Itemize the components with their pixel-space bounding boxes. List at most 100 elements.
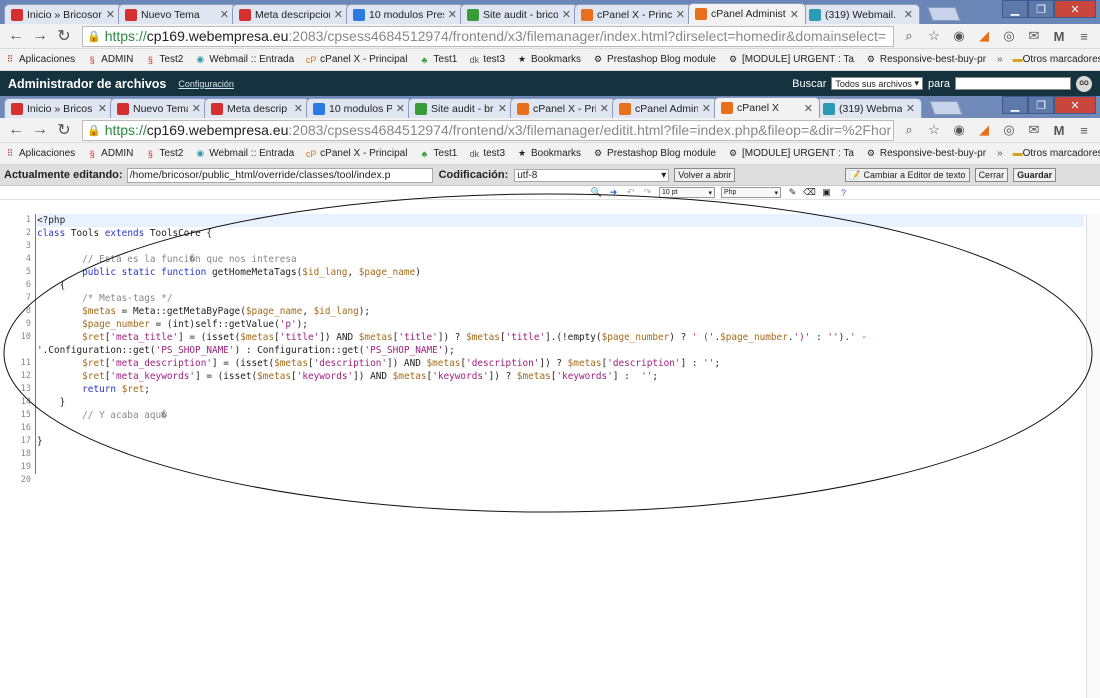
tab-close-icon[interactable]: ✕ xyxy=(600,102,609,115)
help-icon[interactable]: ? xyxy=(837,187,850,199)
configuration-link[interactable]: Configuración xyxy=(178,79,234,89)
tab-close-icon[interactable]: ✕ xyxy=(804,102,813,115)
outer-bookmark-8[interactable]: ⚙ Prestashop Blog module xyxy=(592,54,716,66)
inner-tab-4[interactable]: Site audit - br ✕ xyxy=(408,98,514,118)
outer-tab-6[interactable]: cPanel Administra ✕ xyxy=(688,3,806,24)
tab-close-icon[interactable]: ✕ xyxy=(98,102,107,115)
inner-forward-icon[interactable]: → xyxy=(30,121,50,139)
zoom-icon[interactable]: ⌕ xyxy=(899,27,919,45)
inner-bookmark-8[interactable]: ⚙ Prestashop Blog module xyxy=(592,148,716,160)
new-tab-button[interactable] xyxy=(927,7,961,21)
restore-icon[interactable]: ❐ xyxy=(1028,0,1054,18)
inner-tab-5[interactable]: cPanel X - Prin ✕ xyxy=(510,98,616,118)
tab-close-icon[interactable]: ✕ xyxy=(192,102,201,115)
inner-bookmark-7[interactable]: ★ Bookmarks xyxy=(516,148,581,160)
code-editor[interactable]: 1 2 3 4 5 6 7 8 9 10 11 12 13 14 15 16 17 18 19 20 <?php cla… xyxy=(0,214,1100,698)
other-bookmarks[interactable]: » ▬ Otros marcadores xyxy=(997,54,1100,65)
inner-tab-8[interactable]: (319) Webma ✕ xyxy=(816,98,922,118)
outer-bookmark-2[interactable]: § Test2 xyxy=(144,54,183,66)
outer-bookmark-9[interactable]: ⚙ [MODULE] URGENT : Ta xyxy=(727,54,854,66)
inner-minimize-icon[interactable]: ▁ xyxy=(1002,96,1028,114)
inner-reload-icon[interactable]: ↻ xyxy=(54,120,74,140)
file-path-field[interactable]: /home/bricosor/public_html/override/clas… xyxy=(126,167,433,183)
outer-tab-7[interactable]: (319) Webmail. ✕ xyxy=(802,4,920,24)
outer-bookmark-4[interactable]: cP cPanel X - Principal xyxy=(305,54,408,66)
inner-restore-icon[interactable]: ❐ xyxy=(1028,96,1054,114)
fullscreen-icon[interactable]: ▣ xyxy=(820,187,833,199)
search-icon[interactable]: 🔍 xyxy=(590,187,603,199)
camera-icon[interactable]: ◎ xyxy=(999,27,1019,45)
forward-icon[interactable]: → xyxy=(30,27,50,45)
inner-camera-icon[interactable]: ◎ xyxy=(999,121,1019,139)
outer-tab-4[interactable]: Site audit - brico ✕ xyxy=(460,4,578,24)
tab-close-icon[interactable]: ✕ xyxy=(498,102,507,115)
inner-bookmark-6[interactable]: dk test3 xyxy=(468,148,505,160)
outer-tab-1[interactable]: Nuevo Tema ✕ xyxy=(118,4,236,24)
outer-bookmark-5[interactable]: ♣ Test1 xyxy=(418,54,457,66)
inner-bookmark-1[interactable]: § ADMIN xyxy=(86,148,134,160)
tab-close-icon[interactable]: ✕ xyxy=(906,102,915,115)
inner-bookmark-0[interactable]: ⠿ Aplicaciones xyxy=(4,148,75,160)
inner-zoom-icon[interactable]: ⌕ xyxy=(899,121,919,139)
inner-mail-icon[interactable]: ✉ xyxy=(1024,121,1044,139)
close-window-icon[interactable]: ✕ xyxy=(1054,0,1096,18)
inner-tab-3[interactable]: 10 modulos Pr ✕ xyxy=(306,98,412,118)
minimize-icon[interactable]: ▁ xyxy=(1002,0,1028,18)
inner-tab-2[interactable]: Meta descrip ✕ xyxy=(204,98,310,118)
outer-tab-3[interactable]: 10 modulos Prest ✕ xyxy=(346,4,464,24)
save-button[interactable]: Guardar xyxy=(1013,168,1057,182)
inner-analytics-icon[interactable]: ◢ xyxy=(974,121,994,139)
go-button[interactable]: GO xyxy=(1076,75,1092,92)
tab-close-icon[interactable]: ✕ xyxy=(448,8,457,21)
inner-tab-1[interactable]: Nuevo Tema ✕ xyxy=(110,98,208,118)
tab-close-icon[interactable]: ✕ xyxy=(294,102,303,115)
tab-close-icon[interactable]: ✕ xyxy=(702,102,711,115)
back-icon[interactable]: ← xyxy=(6,27,26,45)
inner-tab-0[interactable]: Inicio » Bricos ✕ xyxy=(4,98,114,118)
outer-bookmark-7[interactable]: ★ Bookmarks xyxy=(516,54,581,66)
tab-close-icon[interactable]: ✕ xyxy=(676,8,685,21)
outer-tab-2[interactable]: Meta descripcion ✕ xyxy=(232,4,350,24)
search-scope-select[interactable]: Todos sus archivos ▾ xyxy=(831,77,923,90)
tab-close-icon[interactable]: ✕ xyxy=(106,8,115,21)
inner-new-tab-button[interactable] xyxy=(929,101,963,115)
outer-tab-0[interactable]: Inicio » Bricosoria ✕ xyxy=(4,4,122,24)
outer-bookmark-0[interactable]: ⠿ Aplicaciones xyxy=(4,54,75,66)
tab-close-icon[interactable]: ✕ xyxy=(334,8,343,21)
close-button[interactable]: Cerrar xyxy=(974,168,1009,182)
inner-extension-icon[interactable]: ◉ xyxy=(949,121,969,139)
inner-tab-6[interactable]: cPanel Admin ✕ xyxy=(612,98,718,118)
inner-bookmark-3[interactable]: ◉ Webmail :: Entrada xyxy=(194,148,294,160)
reopen-button[interactable]: Volver a abrir xyxy=(674,168,736,182)
inner-bookmark-10[interactable]: ⚙ Responsive-best-buy-pr xyxy=(865,148,986,160)
reload-icon[interactable]: ↻ xyxy=(54,26,74,46)
font-size-select[interactable]: 10 pt ▾ xyxy=(659,187,715,198)
outer-tab-5[interactable]: cPanel X - Princip ✕ xyxy=(574,4,692,24)
tab-close-icon[interactable]: ✕ xyxy=(562,8,571,21)
outer-bookmark-1[interactable]: § ADMIN xyxy=(86,54,134,66)
undo-icon[interactable]: ↶ xyxy=(624,187,637,199)
outer-bookmark-6[interactable]: dk test3 xyxy=(468,54,505,66)
inner-bookmark-4[interactable]: cP cPanel X - Principal xyxy=(305,148,408,160)
outer-address-bar[interactable]: 🔒 https:// cp169.webempresa.eu :2083/cps… xyxy=(82,25,894,47)
m-icon[interactable]: M xyxy=(1049,27,1069,45)
tab-close-icon[interactable]: ✕ xyxy=(396,102,405,115)
inner-other-bookmarks[interactable]: » ▬ Otros marcadores xyxy=(997,148,1100,159)
editor-scrollbar[interactable] xyxy=(1086,214,1100,698)
redo-icon[interactable]: ↷ xyxy=(641,187,654,199)
inner-back-icon[interactable]: ← xyxy=(6,121,26,139)
inner-address-bar[interactable]: 🔒 https:// cp169.webempresa.eu :2083/cps… xyxy=(82,119,894,141)
tab-close-icon[interactable]: ✕ xyxy=(220,8,229,21)
mail-icon[interactable]: ✉ xyxy=(1024,27,1044,45)
inner-star-icon[interactable]: ☆ xyxy=(924,121,944,139)
inner-bookmark-2[interactable]: § Test2 xyxy=(144,148,183,160)
inner-bookmark-9[interactable]: ⚙ [MODULE] URGENT : Ta xyxy=(727,148,854,160)
goto-line-icon[interactable]: ➜ xyxy=(607,187,620,199)
inner-bookmark-5[interactable]: ♣ Test1 xyxy=(418,148,457,160)
encoding-select[interactable]: utf-8 ▾ xyxy=(514,168,670,182)
inner-menu-icon[interactable]: ≡ xyxy=(1074,121,1094,139)
tab-close-icon[interactable]: ✕ xyxy=(790,8,799,21)
reset-highlight-icon[interactable]: ⌫ xyxy=(803,187,816,199)
language-select[interactable]: Php ▾ xyxy=(721,187,781,198)
inner-close-window-icon[interactable]: ✕ xyxy=(1054,96,1096,114)
